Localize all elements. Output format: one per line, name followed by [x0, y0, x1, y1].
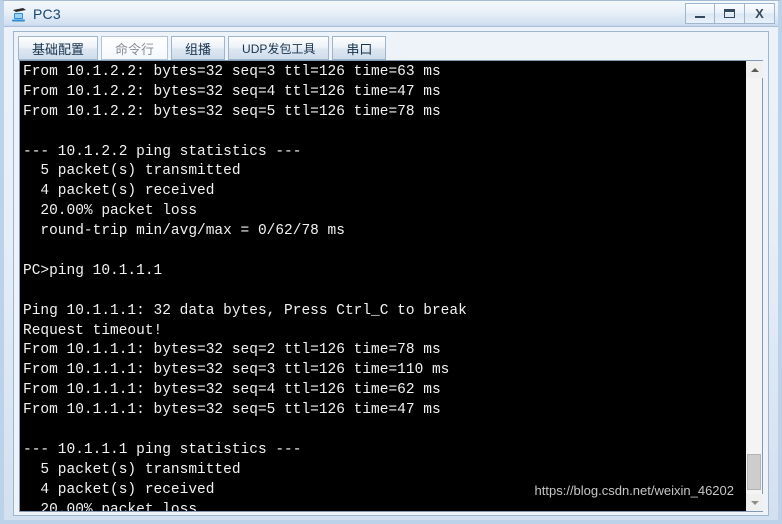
tab-udp-packet-tool[interactable]: UDP发包工具	[228, 36, 330, 60]
terminal-line: From 10.1.2.2: bytes=32 seq=5 ttl=126 ti…	[23, 103, 441, 120]
maximize-button[interactable]	[715, 3, 745, 24]
tab-label: 基础配置	[32, 41, 85, 57]
terminal-output[interactable]: From 10.1.2.2: bytes=32 seq=3 ttl=126 ti…	[20, 61, 745, 511]
maximize-icon	[724, 9, 735, 18]
scrollbar-track[interactable]	[746, 78, 762, 494]
tab-label: 命令行	[115, 41, 155, 57]
tab-strip: 基础配置 命令行 组播 UDP发包工具 串口	[18, 35, 389, 60]
terminal-line: 4 packet(s) received	[23, 183, 215, 200]
scroll-up-button[interactable]	[746, 61, 763, 78]
terminal-line: PC>ping 10.1.1.1	[23, 262, 163, 279]
tab-basic-config[interactable]: 基础配置	[18, 36, 99, 60]
minimize-icon	[695, 16, 705, 18]
terminal-line: From 10.1.1.1: bytes=32 seq=5 ttl=126 ti…	[23, 402, 441, 419]
terminal-line: From 10.1.2.2: bytes=32 seq=3 ttl=126 ti…	[23, 64, 441, 80]
terminal-line-list: From 10.1.2.2: bytes=32 seq=3 ttl=126 ti…	[23, 63, 745, 511]
terminal-scrollbar[interactable]	[745, 61, 763, 511]
terminal-line: 20.00% packet loss	[23, 203, 198, 220]
terminal-line: Ping 10.1.1.1: 32 data bytes, Press Ctrl…	[23, 302, 467, 319]
titlebar-left-group: PC3	[11, 3, 61, 25]
terminal-line: --- 10.1.1.1 ping statistics ---	[23, 441, 302, 458]
tab-multicast[interactable]: 组播	[171, 36, 226, 60]
terminal-line: From 10.1.1.1: bytes=32 seq=3 ttl=126 ti…	[23, 362, 450, 379]
terminal-line: 5 packet(s) transmitted	[23, 163, 241, 180]
terminal-line: Request timeout!	[23, 322, 163, 339]
tab-serial-port[interactable]: 串口	[332, 36, 387, 60]
chevron-down-icon	[750, 500, 759, 505]
terminal-line: 20.00% packet loss	[23, 501, 198, 511]
terminal-line: 5 packet(s) transmitted	[23, 461, 241, 478]
chevron-up-icon	[750, 67, 759, 72]
tab-command-line[interactable]: 命令行	[101, 36, 169, 60]
terminal-line: --- 10.1.2.2 ping statistics ---	[23, 143, 302, 160]
tab-label: 组播	[185, 41, 212, 57]
window-title: PC3	[33, 5, 61, 22]
tab-label: 串口	[346, 41, 373, 57]
window-client-area: 基础配置 命令行 组播 UDP发包工具 串口 From 10.1.2.2: by…	[13, 31, 769, 516]
window-titlebar[interactable]: PC3 X	[4, 1, 778, 27]
close-button[interactable]: X	[745, 3, 775, 24]
terminal-panel: From 10.1.2.2: bytes=32 seq=3 ttl=126 ti…	[19, 60, 763, 512]
minimize-button[interactable]	[685, 3, 715, 24]
pc-device-icon	[11, 6, 28, 23]
terminal-line: round-trip min/avg/max = 0/62/78 ms	[23, 223, 345, 240]
window-controls: X	[685, 3, 775, 24]
close-icon: X	[755, 6, 764, 21]
tab-label: UDP发包工具	[242, 41, 316, 56]
terminal-line: 4 packet(s) received	[23, 481, 215, 498]
pc3-window: PC3 X 基础配置 命令行 组播 UDP发包工具 串口 From 10.1.2…	[0, 0, 782, 524]
scrollbar-thumb[interactable]	[747, 454, 761, 490]
terminal-line: From 10.1.1.1: bytes=32 seq=2 ttl=126 ti…	[23, 342, 441, 359]
terminal-line: From 10.1.1.1: bytes=32 seq=4 ttl=126 ti…	[23, 382, 441, 399]
scroll-down-button[interactable]	[746, 494, 763, 511]
terminal-line: From 10.1.2.2: bytes=32 seq=4 ttl=126 ti…	[23, 83, 441, 100]
